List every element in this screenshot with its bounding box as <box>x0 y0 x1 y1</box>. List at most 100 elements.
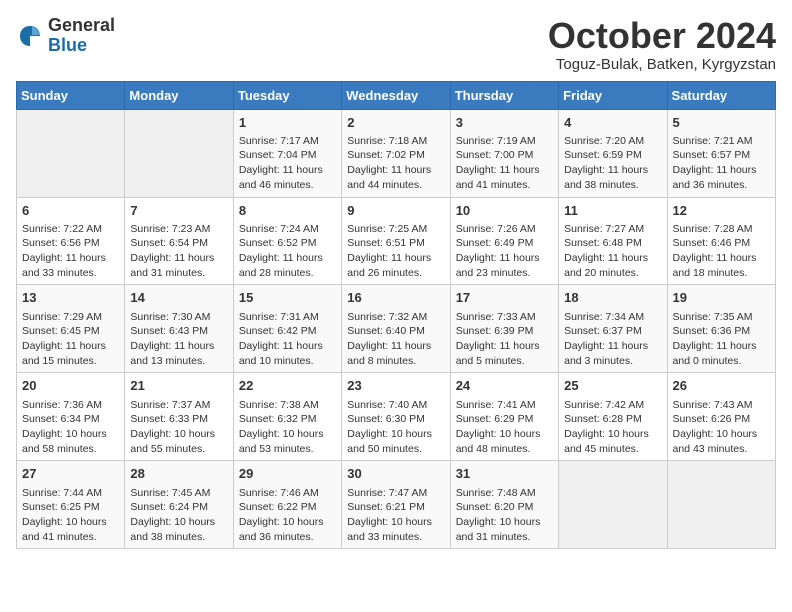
cell-content-line: Sunset: 6:49 PM <box>456 236 553 251</box>
calendar-cell: 27Sunrise: 7:44 AMSunset: 6:25 PMDayligh… <box>17 461 125 549</box>
cell-content-line: Sunset: 6:42 PM <box>239 324 336 339</box>
cell-content-line: Sunset: 6:45 PM <box>22 324 119 339</box>
cell-content-line: Daylight: 11 hours and 5 minutes. <box>456 339 553 368</box>
day-number: 23 <box>347 377 444 395</box>
cell-content-line: Sunset: 6:51 PM <box>347 236 444 251</box>
cell-content-line: Sunset: 6:21 PM <box>347 500 444 515</box>
cell-content-line: Sunrise: 7:45 AM <box>130 486 227 501</box>
cell-content-line: Sunset: 6:24 PM <box>130 500 227 515</box>
calendar-cell: 12 Sunrise: 7:28 AMSunset: 6:46 PMDayligh… <box>667 197 775 285</box>
day-number: 9 <box>347 202 444 220</box>
calendar-week-row: 20Sunrise: 7:36 AMSunset: 6:34 PMDayligh… <box>17 373 776 461</box>
cell-content-line: Sunrise: 7:42 AM <box>564 398 661 413</box>
cell-content-line: Daylight: 10 hours and 41 minutes. <box>22 515 119 544</box>
calendar-cell: 5Sunrise: 7:21 AMSunset: 6:57 PMDaylight… <box>667 109 775 197</box>
calendar-cell: 11 Sunrise: 7:27 AMSunset: 6:48 PMDayligh… <box>559 197 667 285</box>
cell-content-line: Daylight: 11 hours and 23 minutes. <box>456 251 553 280</box>
cell-content-line: Sunset: 6:30 PM <box>347 412 444 427</box>
cell-content-line: Daylight: 11 hours and 20 minutes. <box>564 251 661 280</box>
day-of-week-header: Wednesday <box>342 81 450 109</box>
cell-content-line: Sunset: 6:22 PM <box>239 500 336 515</box>
cell-content-line: Daylight: 10 hours and 31 minutes. <box>456 515 553 544</box>
logo: General Blue <box>16 16 115 56</box>
cell-content-line: Sunset: 6:20 PM <box>456 500 553 515</box>
day-number: 10 <box>456 202 553 220</box>
cell-content-line: Sunrise: 7:18 AM <box>347 134 444 149</box>
day-number: 5 <box>673 114 770 132</box>
day-number: 22 <box>239 377 336 395</box>
day-number: 6 <box>22 202 119 220</box>
cell-content-line: Sunrise: 7:19 AM <box>456 134 553 149</box>
cell-content-line: Sunset: 6:48 PM <box>564 236 661 251</box>
calendar-cell: 22Sunrise: 7:38 AMSunset: 6:32 PMDayligh… <box>233 373 341 461</box>
calendar-cell <box>559 461 667 549</box>
cell-content-line: Daylight: 11 hours and 10 minutes. <box>239 339 336 368</box>
cell-content-line: Daylight: 11 hours and 41 minutes. <box>456 163 553 192</box>
cell-content-line: Sunset: 6:43 PM <box>130 324 227 339</box>
cell-content-line: Daylight: 11 hours and 0 minutes. <box>673 339 770 368</box>
cell-content-line: Daylight: 11 hours and 8 minutes. <box>347 339 444 368</box>
calendar-cell: 8Sunrise: 7:24 AMSunset: 6:52 PMDaylight… <box>233 197 341 285</box>
cell-content-line: Daylight: 11 hours and 44 minutes. <box>347 163 444 192</box>
cell-content-line: Sunset: 6:56 PM <box>22 236 119 251</box>
cell-content-line: Sunrise: 7:24 AM <box>239 222 336 237</box>
day-number: 19 <box>673 289 770 307</box>
day-number: 11 <box>564 202 661 220</box>
cell-content-line: Sunset: 6:57 PM <box>673 148 770 163</box>
cell-content-line: Daylight: 11 hours and 33 minutes. <box>22 251 119 280</box>
cell-content-line: Daylight: 10 hours and 38 minutes. <box>130 515 227 544</box>
day-number: 8 <box>239 202 336 220</box>
calendar-week-row: 13Sunrise: 7:29 AMSunset: 6:45 PMDayligh… <box>17 285 776 373</box>
cell-content-line: Sunrise: 7:25 AM <box>347 222 444 237</box>
calendar-week-row: 6Sunrise: 7:22 AMSunset: 6:56 PMDaylight… <box>17 197 776 285</box>
day-number: 29 <box>239 465 336 483</box>
calendar-cell: 29Sunrise: 7:46 AMSunset: 6:22 PMDayligh… <box>233 461 341 549</box>
day-of-week-header: Thursday <box>450 81 558 109</box>
day-number: 12 <box>673 202 770 220</box>
calendar-cell: 3 Sunrise: 7:19 AMSunset: 7:00 PMDaylight… <box>450 109 558 197</box>
cell-content-line: Sunset: 6:29 PM <box>456 412 553 427</box>
calendar-cell: 1Sunrise: 7:17 AMSunset: 7:04 PMDaylight… <box>233 109 341 197</box>
cell-content-line: Sunrise: 7:28 AM <box>673 222 770 237</box>
cell-content-line: Sunrise: 7:30 AM <box>130 310 227 325</box>
cell-content-line: Sunrise: 7:46 AM <box>239 486 336 501</box>
cell-content-line: Sunrise: 7:27 AM <box>564 222 661 237</box>
day-number: 14 <box>130 289 227 307</box>
calendar-cell: 17Sunrise: 7:33 AMSunset: 6:39 PMDayligh… <box>450 285 558 373</box>
cell-content-line: Daylight: 11 hours and 18 minutes. <box>673 251 770 280</box>
cell-content-line: Daylight: 11 hours and 13 minutes. <box>130 339 227 368</box>
cell-content-line: Sunset: 6:28 PM <box>564 412 661 427</box>
logo-text: General Blue <box>48 16 115 56</box>
day-number: 4 <box>564 114 661 132</box>
day-number: 3 <box>456 114 553 132</box>
calendar-cell: 9Sunrise: 7:25 AMSunset: 6:51 PMDaylight… <box>342 197 450 285</box>
cell-content-line: Sunset: 6:59 PM <box>564 148 661 163</box>
calendar-table: SundayMondayTuesdayWednesdayThursdayFrid… <box>16 81 776 550</box>
cell-content-line: Sunset: 6:37 PM <box>564 324 661 339</box>
cell-content-line: Sunset: 6:26 PM <box>673 412 770 427</box>
cell-content-line: Daylight: 11 hours and 28 minutes. <box>239 251 336 280</box>
cell-content-line: Daylight: 10 hours and 33 minutes. <box>347 515 444 544</box>
location: Toguz-Bulak, Batken, Kyrgyzstan <box>548 56 776 73</box>
cell-content-line: Sunrise: 7:23 AM <box>130 222 227 237</box>
cell-content-line: Sunset: 7:00 PM <box>456 148 553 163</box>
page-header: General Blue October 2024 Toguz-Bulak, B… <box>16 16 776 73</box>
month-title: October 2024 <box>548 16 776 56</box>
day-number: 15 <box>239 289 336 307</box>
cell-content-line: Sunrise: 7:26 AM <box>456 222 553 237</box>
calendar-cell: 31Sunrise: 7:48 AMSunset: 6:20 PMDayligh… <box>450 461 558 549</box>
day-number: 2 <box>347 114 444 132</box>
calendar-week-row: 1Sunrise: 7:17 AMSunset: 7:04 PMDaylight… <box>17 109 776 197</box>
cell-content-line: Sunset: 6:34 PM <box>22 412 119 427</box>
calendar-cell: 21Sunrise: 7:37 AMSunset: 6:33 PMDayligh… <box>125 373 233 461</box>
calendar-cell: 14 Sunrise: 7:30 AMSunset: 6:43 PMDayligh… <box>125 285 233 373</box>
day-number: 31 <box>456 465 553 483</box>
day-of-week-header: Tuesday <box>233 81 341 109</box>
cell-content-line: Sunrise: 7:38 AM <box>239 398 336 413</box>
cell-content-line: Daylight: 11 hours and 36 minutes. <box>673 163 770 192</box>
calendar-header: SundayMondayTuesdayWednesdayThursdayFrid… <box>17 81 776 109</box>
cell-content-line: Sunset: 6:46 PM <box>673 236 770 251</box>
calendar-cell: 15Sunrise: 7:31 AMSunset: 6:42 PMDayligh… <box>233 285 341 373</box>
day-number: 28 <box>130 465 227 483</box>
calendar-cell: 24Sunrise: 7:41 AMSunset: 6:29 PMDayligh… <box>450 373 558 461</box>
